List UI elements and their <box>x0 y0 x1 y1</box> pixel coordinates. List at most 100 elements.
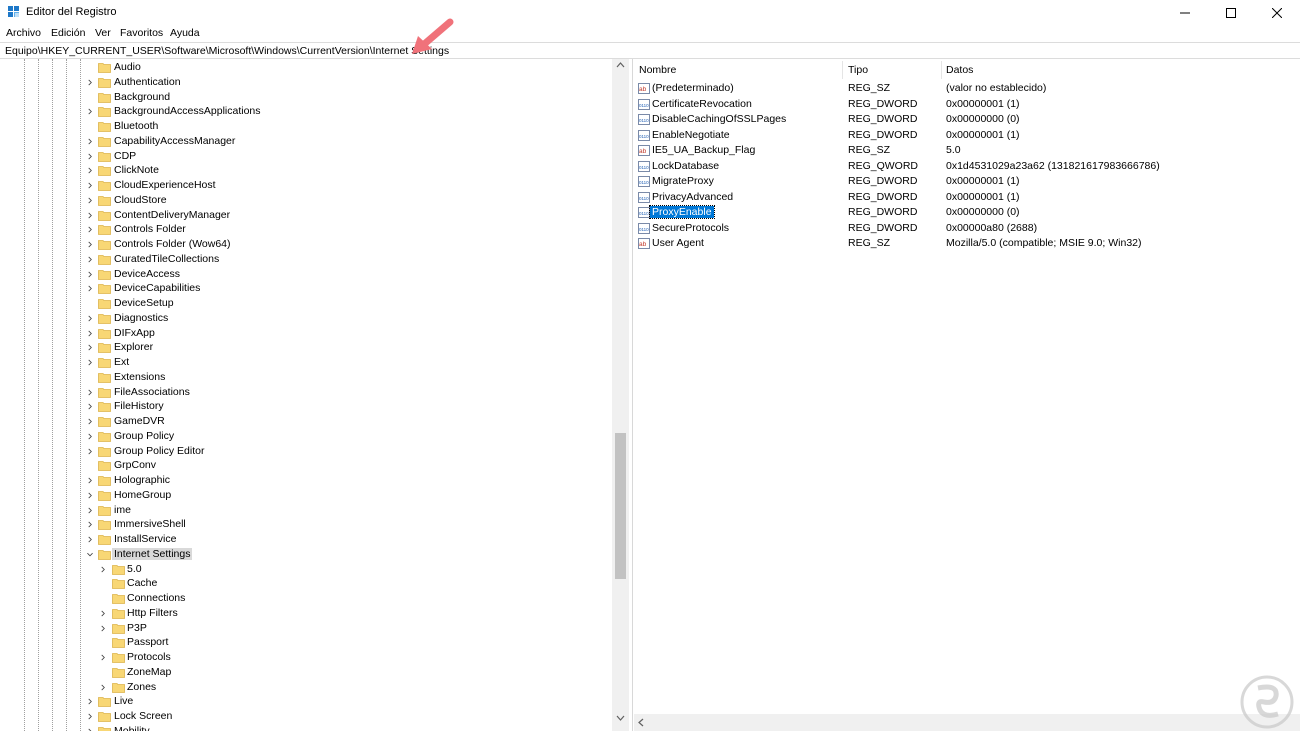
menu-favoritos[interactable]: Favoritos <box>120 27 163 39</box>
tree-item[interactable]: DeviceCapabilities <box>0 281 612 296</box>
tree-item[interactable]: Mobility <box>0 724 612 731</box>
menu-ver[interactable]: Ver <box>95 27 111 39</box>
tree-item[interactable]: ImmersiveShell <box>0 517 612 532</box>
tree-item[interactable]: P3P <box>0 621 612 636</box>
address-path[interactable]: Equipo\HKEY_CURRENT_USER\Software\Micros… <box>5 45 449 57</box>
pane-splitter[interactable] <box>629 59 633 731</box>
values-list[interactable]: Nombre Tipo Datos ab (Predeterminado) REG_… <box>634 59 1300 731</box>
tree-item[interactable]: Live <box>0 694 612 709</box>
tree-item[interactable]: Ext <box>0 355 612 370</box>
chevron-right-icon[interactable] <box>87 271 93 278</box>
tree-item[interactable]: BackgroundAccessApplications <box>0 104 612 119</box>
chevron-right-icon[interactable] <box>87 153 93 160</box>
tree-item[interactable]: Group Policy Editor <box>0 444 612 459</box>
chevron-down-icon[interactable] <box>87 551 93 558</box>
tree-item[interactable]: Controls Folder (Wow64) <box>0 237 612 252</box>
value-row[interactable]: 0110 SecureProtocols REG_DWORD 0x00000a80 (… <box>634 221 1300 237</box>
value-row[interactable]: 0110 ProxyEnable REG_DWORD 0x00000000 (0) <box>634 205 1300 221</box>
chevron-right-icon[interactable] <box>87 241 93 248</box>
tree-item[interactable]: Cache <box>0 576 612 591</box>
value-row[interactable]: ab IE5_UA_Backup_Flag REG_SZ 5.0 <box>634 143 1300 159</box>
tree-item[interactable]: CloudStore <box>0 193 612 208</box>
chevron-right-icon[interactable] <box>100 625 106 632</box>
tree-item[interactable]: CuratedTileCollections <box>0 252 612 267</box>
chevron-right-icon[interactable] <box>87 536 93 543</box>
chevron-right-icon[interactable] <box>87 403 93 410</box>
value-row[interactable]: 0110 EnableNegotiate REG_DWORD 0x00000001 (… <box>634 128 1300 144</box>
tree-item[interactable]: Audio <box>0 60 612 75</box>
tree-item[interactable]: Zones <box>0 680 612 695</box>
chevron-right-icon[interactable] <box>87 359 93 366</box>
chevron-right-icon[interactable] <box>87 418 93 425</box>
chevron-right-icon[interactable] <box>87 330 93 337</box>
tree-item[interactable]: GameDVR <box>0 414 612 429</box>
tree-item[interactable]: Background <box>0 90 612 105</box>
menu-archivo[interactable]: Archivo <box>6 27 41 39</box>
chevron-right-icon[interactable] <box>87 197 93 204</box>
menu-edicion[interactable]: Edición <box>51 27 85 39</box>
chevron-right-icon[interactable] <box>87 285 93 292</box>
scrollbar-thumb[interactable] <box>615 433 626 579</box>
tree-item[interactable]: Controls Folder <box>0 222 612 237</box>
tree-item[interactable]: Http Filters <box>0 606 612 621</box>
chevron-right-icon[interactable] <box>87 344 93 351</box>
chevron-right-icon[interactable] <box>87 448 93 455</box>
tree-item[interactable]: ContentDeliveryManager <box>0 208 612 223</box>
chevron-right-icon[interactable] <box>87 108 93 115</box>
tree-item[interactable]: CapabilityAccessManager <box>0 134 612 149</box>
chevron-right-icon[interactable] <box>87 492 93 499</box>
tree-item[interactable]: Holographic <box>0 473 612 488</box>
scroll-left-icon[interactable] <box>638 718 644 727</box>
column-header-data[interactable]: Datos <box>942 59 1292 80</box>
tree-item[interactable]: ime <box>0 503 612 518</box>
tree-item[interactable]: Diagnostics <box>0 311 612 326</box>
chevron-right-icon[interactable] <box>87 433 93 440</box>
chevron-right-icon[interactable] <box>87 226 93 233</box>
chevron-right-icon[interactable] <box>87 212 93 219</box>
chevron-right-icon[interactable] <box>87 389 93 396</box>
chevron-right-icon[interactable] <box>87 713 93 720</box>
tree-item[interactable]: Connections <box>0 591 612 606</box>
tree-item[interactable]: GrpConv <box>0 458 612 473</box>
chevron-right-icon[interactable] <box>87 138 93 145</box>
tree-item[interactable]: HomeGroup <box>0 488 612 503</box>
chevron-right-icon[interactable] <box>87 698 93 705</box>
tree-item[interactable]: Group Policy <box>0 429 612 444</box>
chevron-right-icon[interactable] <box>87 182 93 189</box>
tree-item[interactable]: DeviceAccess <box>0 267 612 282</box>
chevron-right-icon[interactable] <box>100 654 106 661</box>
scroll-up-icon[interactable] <box>616 62 625 68</box>
chevron-right-icon[interactable] <box>100 566 106 573</box>
value-row[interactable]: ab User Agent REG_SZ Mozilla/5.0 (compatibl… <box>634 236 1300 252</box>
tree-item[interactable]: Bluetooth <box>0 119 612 134</box>
tree-item[interactable]: FileAssociations <box>0 385 612 400</box>
tree-item[interactable]: Protocols <box>0 650 612 665</box>
maximize-button[interactable] <box>1208 0 1254 25</box>
chevron-right-icon[interactable] <box>100 684 106 691</box>
tree-item[interactable]: ClickNote <box>0 163 612 178</box>
minimize-button[interactable] <box>1162 0 1208 25</box>
value-row[interactable]: 0110 DisableCachingOfSSLPages REG_DWORD 0x0… <box>634 112 1300 128</box>
key-tree[interactable]: Audio Authentication Background BackgroundA… <box>0 59 629 731</box>
chevron-right-icon[interactable] <box>87 79 93 86</box>
tree-item[interactable]: Extensions <box>0 370 612 385</box>
tree-item[interactable]: Lock Screen <box>0 709 612 724</box>
value-row[interactable]: 0110 LockDatabase REG_QWORD 0x1d4531029a23a… <box>634 159 1300 175</box>
chevron-right-icon[interactable] <box>87 167 93 174</box>
menu-ayuda[interactable]: Ayuda <box>170 27 200 39</box>
tree-item[interactable]: 5.0 <box>0 562 612 577</box>
tree-item[interactable]: Authentication <box>0 75 612 90</box>
chevron-right-icon[interactable] <box>87 521 93 528</box>
value-row[interactable]: 0110 PrivacyAdvanced REG_DWORD 0x00000001 (… <box>634 190 1300 206</box>
chevron-right-icon[interactable] <box>87 507 93 514</box>
values-hscrollbar[interactable] <box>634 714 1300 731</box>
value-row[interactable]: 0110 CertificateRevocation REG_DWORD 0x0000… <box>634 97 1300 113</box>
tree-item[interactable]: Internet Settings <box>0 547 612 562</box>
tree-scrollbar[interactable] <box>612 59 629 731</box>
tree-item[interactable]: Explorer <box>0 340 612 355</box>
address-bar[interactable]: Equipo\HKEY_CURRENT_USER\Software\Micros… <box>0 42 1300 59</box>
chevron-right-icon[interactable] <box>87 315 93 322</box>
tree-item[interactable]: InstallService <box>0 532 612 547</box>
chevron-right-icon[interactable] <box>100 610 106 617</box>
value-row[interactable]: 0110 MigrateProxy REG_DWORD 0x00000001 (1) <box>634 174 1300 190</box>
